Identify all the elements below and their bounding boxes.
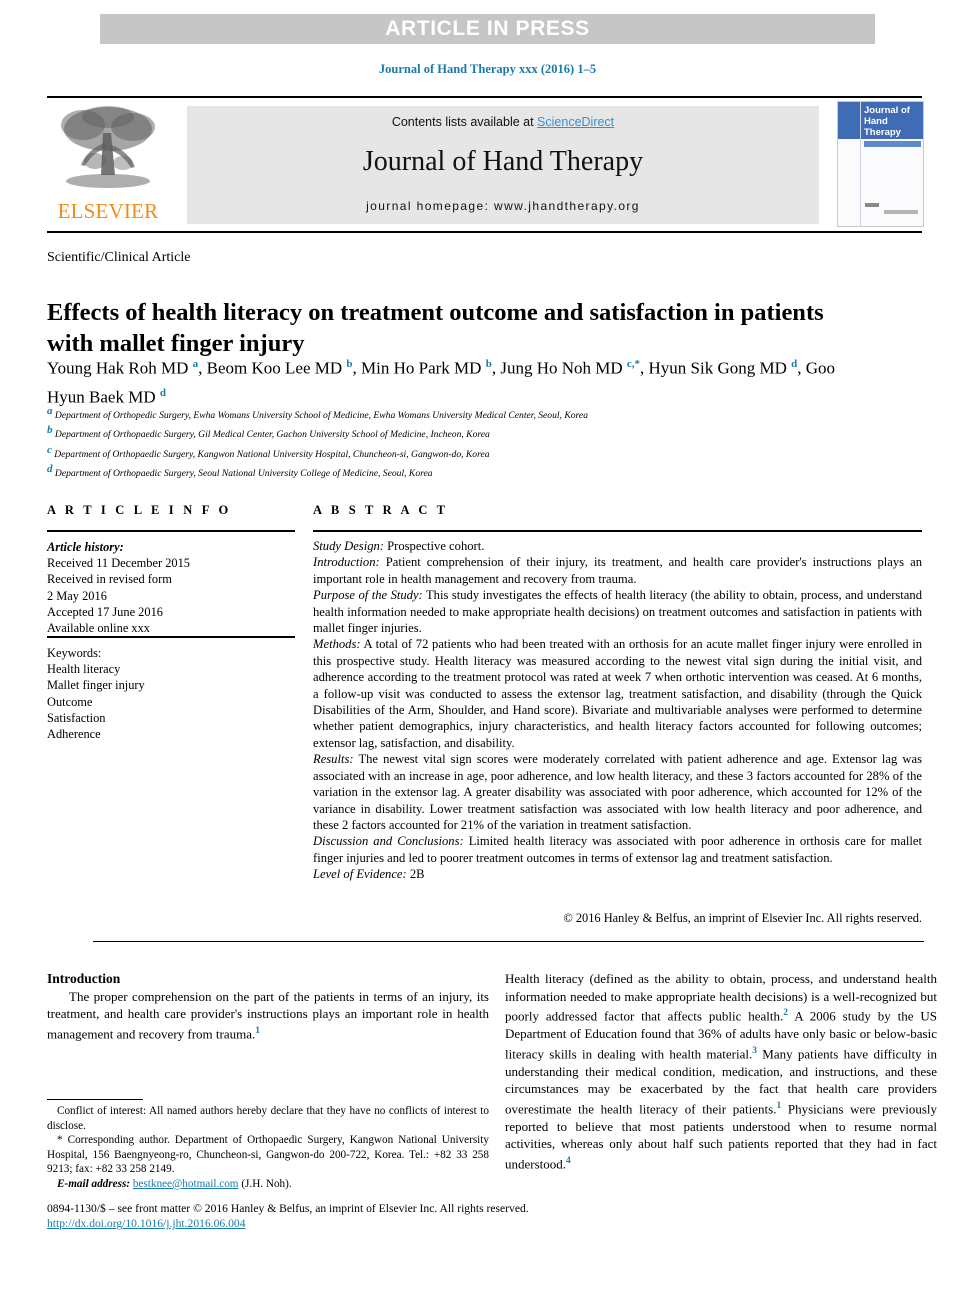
page-footer: 0894-1130/$ – see front matter © 2016 Ha… <box>47 1201 927 1232</box>
sciencedirect-link[interactable]: ScienceDirect <box>537 115 614 129</box>
contents-lists-line: Contents lists available at ScienceDirec… <box>187 106 819 129</box>
affiliation-item: a Department of Orthopedic Surgery, Ewha… <box>47 405 588 422</box>
masthead-bottom-rule <box>47 231 922 233</box>
masthead-top-rule <box>47 96 922 98</box>
introduction-paragraph: The proper comprehension on the part of … <box>47 988 489 1042</box>
affiliation-list: a Department of Orthopedic Surgery, Ewha… <box>47 404 897 482</box>
cover-footer-mark-2 <box>884 210 918 214</box>
elsevier-wordmark: ELSEVIER <box>57 199 159 223</box>
abstract-copyright: © 2016 Hanley & Belfus, an imprint of El… <box>563 911 922 925</box>
abstract-rule-top <box>313 530 922 532</box>
affiliation-item: c Department of Orthopaedic Surgery, Kan… <box>47 443 490 460</box>
article-history-label: Article history: <box>47 540 124 554</box>
abstract-section: Discussion and Conclusions: Limited heal… <box>313 834 922 865</box>
author-list: Young Hak Roh MD a, Beom Koo Lee MD b, M… <box>47 358 836 407</box>
abstract-body: Study Design: Prospective cohort. Introdu… <box>313 538 922 883</box>
body-rule-left <box>93 941 373 942</box>
footnote-block: Conflict of interest: All named authors … <box>47 1104 489 1192</box>
journal-title: Journal of Hand Therapy <box>362 146 644 177</box>
elsevier-tree-icon <box>55 103 161 195</box>
abstract-section-label: Results: <box>313 752 354 767</box>
body-column-left: Introduction The proper comprehension on… <box>47 970 489 1043</box>
article-history-item: Received in revised form <box>47 572 172 587</box>
cover-title-text: Journal of Hand Therapy <box>864 105 910 138</box>
corresponding-author-note: * Corresponding author. Department of Or… <box>47 1134 489 1176</box>
abstract-section: Level of Evidence: 2B <box>313 867 425 882</box>
masthead-panel: Contents lists available at ScienceDirec… <box>187 106 819 224</box>
cover-spine <box>860 102 861 226</box>
affiliation-item: d Department of Orthopaedic Surgery, Seo… <box>47 463 433 480</box>
footnote-rule <box>47 1099 143 1100</box>
article-history-item: Available online xxx <box>47 621 150 636</box>
email-link[interactable]: bestknee@hotmail.com <box>133 1178 239 1190</box>
body-column-right: Health literacy (defined as the ability … <box>505 970 937 1173</box>
article-history-item: Accepted 17 June 2016 <box>47 604 163 619</box>
keywords-rule <box>47 636 295 638</box>
introduction-continued-paragraph: Health literacy (defined as the ability … <box>505 971 937 1172</box>
article-history-item: Received 11 December 2015 <box>47 556 191 571</box>
conflict-of-interest-note: Conflict of interest: All named authors … <box>47 1105 489 1132</box>
journal-cover-thumbnail: Journal of Hand Therapy <box>837 101 924 227</box>
keyword-item: Mallet finger injury <box>47 678 145 693</box>
contents-prefix: Contents lists available at <box>391 115 538 129</box>
doi-link[interactable]: http://dx.doi.org/10.1016/j.jht.2016.06.… <box>47 1217 246 1230</box>
abstract-heading: A B S T R A C T <box>313 503 449 517</box>
cover-footer-mark-1 <box>865 203 879 207</box>
email-label: E-mail address: <box>57 1177 131 1190</box>
abstract-section-label: Purpose of the Study: <box>313 588 423 603</box>
abstract-section: Introduction: Patient comprehension of t… <box>313 555 922 586</box>
body-rule-right <box>334 941 924 942</box>
introduction-heading: Introduction <box>47 971 121 986</box>
journal-homepage[interactable]: journal homepage: www.jhandtherapy.org <box>187 178 819 213</box>
article-in-press-banner: ARTICLE IN PRESS <box>100 14 875 44</box>
affiliation-item: b Department of Orthopaedic Surgery, Gil… <box>47 424 490 441</box>
abstract-section-label: Discussion and Conclusions: <box>313 834 464 849</box>
keywords-block: Keywords: Health literacy Mallet finger in… <box>47 645 295 742</box>
keywords-label: Keywords: <box>47 646 102 660</box>
keyword-item: Outcome <box>47 694 93 709</box>
journal-masthead: ELSEVIER Contents lists available at Sci… <box>47 99 924 230</box>
abstract-section: Study Design: Prospective cohort. <box>313 539 485 553</box>
article-info-rule-top <box>47 530 295 532</box>
keyword-item: Health literacy <box>47 662 121 677</box>
article-info-heading: A R T I C L E I N F O <box>47 503 232 517</box>
elsevier-logo: ELSEVIER <box>47 103 169 227</box>
abstract-section-label: Level of Evidence: <box>313 867 407 882</box>
cover-subtitle-bar <box>864 141 921 147</box>
article-in-press-label: ARTICLE IN PRESS <box>385 17 590 40</box>
abstract-section-label: Methods: <box>313 637 361 652</box>
page-title: Effects of health literacy on treatment … <box>47 299 824 358</box>
abstract-section-label: Study Design: <box>313 539 384 553</box>
article-type-label: Scientific/Clinical Article <box>47 250 191 265</box>
running-citation: Journal of Hand Therapy xxx (2016) 1–5 <box>378 62 597 76</box>
abstract-section: Results: The newest vital sign scores we… <box>313 752 922 832</box>
article-history-item: 2 May 2016 <box>47 588 107 603</box>
email-note: E-mail address: bestknee@hotmail.com (J.… <box>57 1177 292 1190</box>
keyword-item: Adherence <box>47 727 101 742</box>
abstract-section: Purpose of the Study: This study investi… <box>313 588 922 636</box>
abstract-section-label: Introduction: <box>313 555 380 570</box>
abstract-section: Methods: A total of 72 patients who had … <box>313 637 922 750</box>
issn-copyright-line: 0894-1130/$ – see front matter © 2016 Ha… <box>47 1202 529 1215</box>
keyword-item: Satisfaction <box>47 710 106 725</box>
article-history-block: Article history: Received 11 December 201… <box>47 539 295 636</box>
